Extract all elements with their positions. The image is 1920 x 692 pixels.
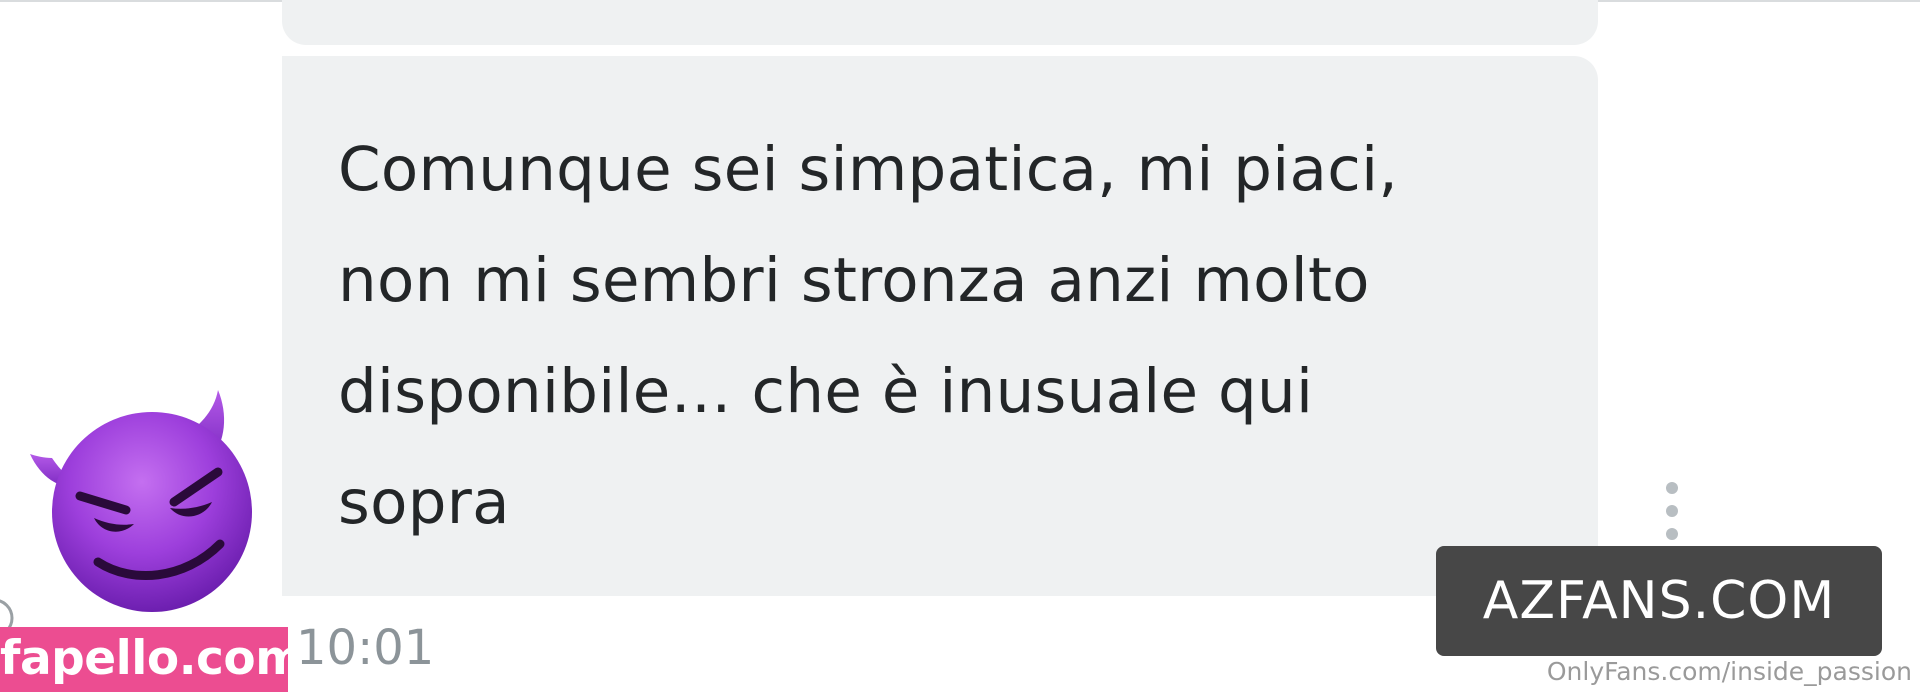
previous-message-bubble[interactable]: [282, 0, 1598, 45]
azfans-watermark: AZFANS.COM: [1436, 546, 1882, 656]
fapello-watermark: fapello.com: [0, 627, 304, 692]
message-text: Comunque sei simpatica, mi piaci, non mi…: [338, 134, 1399, 538]
vertical-ellipsis-icon[interactable]: [1660, 482, 1684, 540]
message-bubble[interactable]: Comunque sei simpatica, mi piaci, non mi…: [282, 56, 1598, 596]
smiling-face-with-horns-emoji-icon: [30, 390, 252, 612]
message-timestamp: 10:01: [296, 620, 435, 676]
more-dot: [1666, 505, 1678, 517]
more-dot: [1666, 528, 1678, 540]
onlyfans-credit: OnlyFans.com/inside_passion: [1546, 657, 1912, 686]
more-dot: [1666, 482, 1678, 494]
